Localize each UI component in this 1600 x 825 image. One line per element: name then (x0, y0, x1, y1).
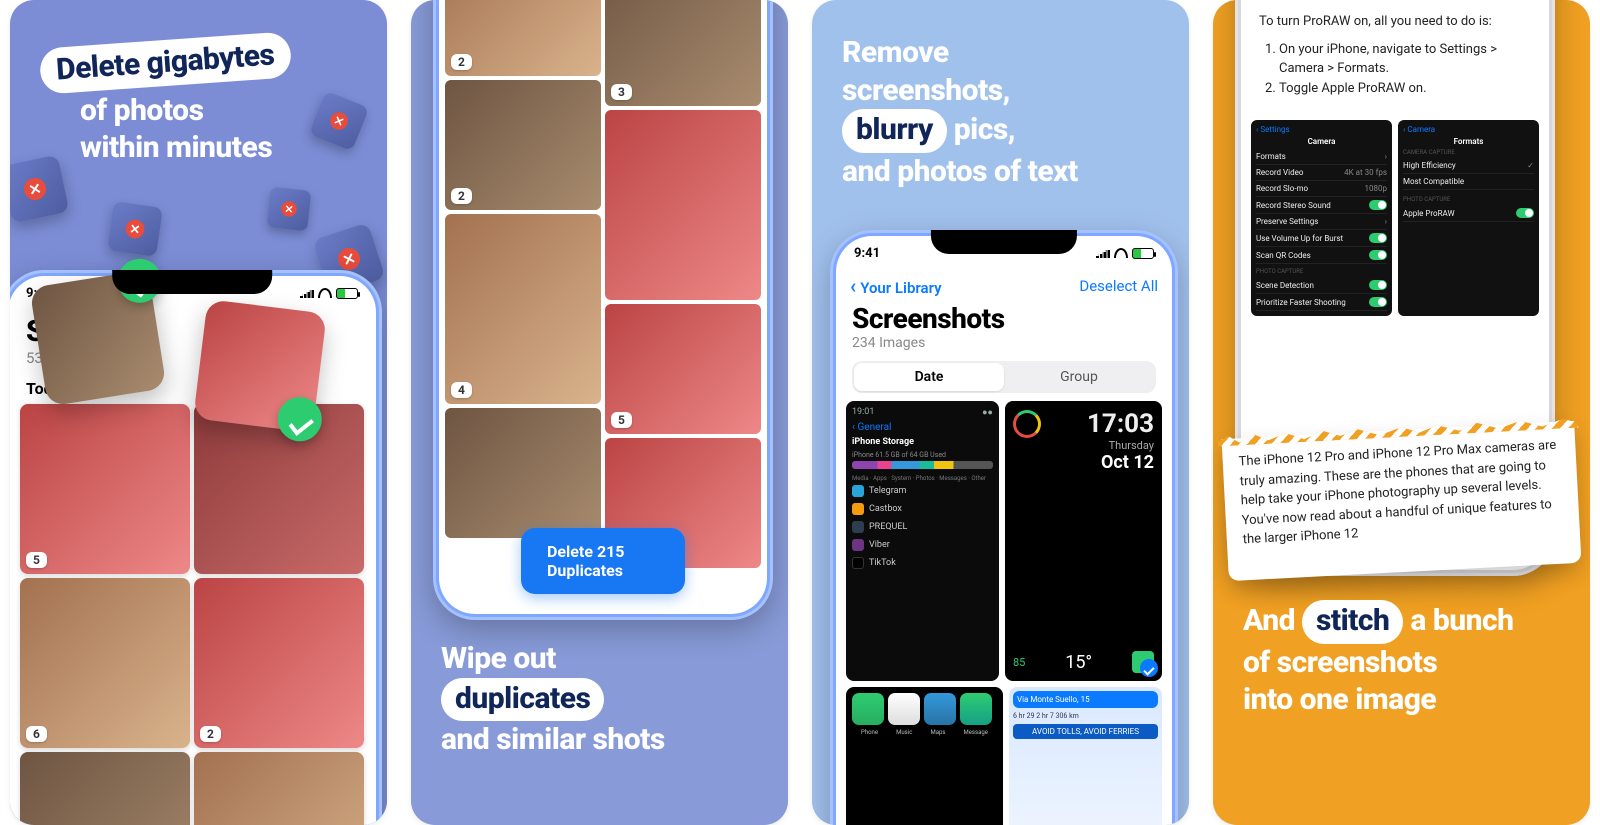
signal-icon (300, 288, 314, 298)
torn-paper: The iPhone 12 Pro and iPhone 12 Pro Max … (1222, 421, 1582, 581)
dup-count: 2 (451, 54, 472, 70)
status-icons (300, 288, 358, 299)
wifi-icon (318, 288, 332, 298)
storage-bar (852, 461, 993, 469)
screenshot-row: 19:01●● ‹ General iPhone Storage iPhone … (836, 401, 1172, 687)
wifi-icon (1114, 248, 1128, 258)
headline-pill: Delete gigabytes (39, 31, 292, 94)
close-icon (281, 201, 298, 218)
deco-cube-icon (107, 201, 163, 257)
toggle-icon (1369, 297, 1387, 307)
dup-count: 5 (26, 552, 47, 568)
promo-panel-2: 2 2 4 3 5 3 Delete 215 Duplicates Wipe o… (411, 0, 788, 825)
signal-icon (1096, 248, 1110, 258)
headline-2: Wipe out duplicates and similar shots (441, 640, 781, 759)
close-icon (124, 218, 145, 239)
segment-group[interactable]: Group (1004, 363, 1154, 391)
photo-grid: 5 6 2 10 3 (10, 404, 376, 825)
settings-screenshot-right: ‹ Camera Formats CAMERA CAPTURE High Eff… (1398, 120, 1539, 316)
nav-row: Your Library Deselect All (836, 270, 1172, 302)
toggle-icon (1369, 233, 1387, 243)
notch (112, 270, 272, 294)
screenshot-thumb-map[interactable]: Via Monte Suello, 15 6 hr 29 2 hr 7 306 … (1009, 687, 1162, 825)
phone-screen: 9:41 Your Library Deselect All Screensho… (836, 236, 1172, 825)
close-icon (328, 110, 351, 133)
settings-pair: ‹ Settings Camera Formats› Record Video4… (1241, 116, 1549, 320)
app-icon (852, 693, 884, 725)
check-icon (1140, 659, 1158, 677)
screenshot-row: Phone Music Maps Message Via Monte Suell… (836, 687, 1172, 825)
headline-1: Delete gigabytes of photos within minute… (40, 40, 360, 167)
deselect-all-button[interactable]: Deselect All (1079, 277, 1158, 295)
app-icon (924, 693, 956, 725)
settings-screenshot-left: ‹ Settings Camera Formats› Record Video4… (1251, 120, 1392, 316)
activity-ring-icon (1013, 410, 1041, 438)
photo-thumb[interactable]: 2 (445, 0, 601, 76)
screenshot-thumb-watch[interactable]: 17:03 Thursday Oct 12 85 15° (1005, 401, 1162, 681)
screenshot-thumb-storage[interactable]: 19:01●● ‹ General iPhone Storage iPhone … (846, 401, 999, 681)
segmented-control[interactable]: Date Group (852, 361, 1156, 393)
app-icon (888, 693, 920, 725)
photo-thumb[interactable] (194, 404, 364, 574)
dup-count: 2 (451, 188, 472, 204)
toggle-icon (1369, 280, 1387, 290)
toggle-icon (1516, 208, 1534, 218)
floating-photo (193, 299, 327, 433)
photo-thumb[interactable]: 10 (20, 752, 190, 825)
screen-subtitle: 234 Images (836, 335, 1172, 361)
photo-thumb[interactable]: 5 (20, 404, 190, 574)
phone-mock-3: 9:41 Your Library Deselect All Screensho… (830, 230, 1178, 825)
battery-icon (1132, 248, 1154, 259)
screen-title: Screenshots (836, 302, 1172, 335)
status-time: 9:41 (854, 246, 880, 261)
headline-pill: duplicates (441, 678, 604, 722)
photo-masonry: 2 2 4 3 5 3 (439, 0, 767, 614)
dup-count: 2 (200, 726, 221, 742)
chevron-left-icon: ‹ General (852, 422, 993, 433)
headline-pill: blurry (842, 109, 947, 153)
photo-thumb[interactable]: 6 (20, 578, 190, 748)
battery-icon (336, 288, 358, 299)
phone-mock-2: 2 2 4 3 5 3 Delete 215 Duplicates (433, 0, 773, 620)
photo-thumb[interactable] (445, 408, 601, 538)
dup-count: 6 (26, 726, 47, 742)
photo-thumb[interactable]: 2 (445, 80, 601, 210)
headline-3: Remove screenshots, blurry pics, and pho… (842, 34, 1182, 190)
app-icon (960, 693, 992, 725)
toggle-icon (1369, 250, 1387, 260)
deco-cube-icon (267, 187, 312, 232)
photo-thumb[interactable]: 5 (605, 304, 761, 434)
back-button[interactable]: Your Library (850, 274, 942, 298)
phone-screen: 2 2 4 3 5 3 Delete 215 Duplicates (439, 0, 767, 614)
promo-panel-1: Delete gigabytes of photos within minute… (10, 0, 387, 825)
photo-thumb[interactable] (605, 110, 761, 300)
delete-duplicates-button[interactable]: Delete 215 Duplicates (521, 528, 685, 594)
dup-count: 3 (611, 84, 632, 100)
photo-thumb[interactable]: 3 (605, 0, 761, 106)
close-icon (335, 245, 363, 273)
status-icons (1096, 248, 1154, 259)
segment-date[interactable]: Date (854, 363, 1004, 391)
photo-thumb[interactable]: 3 (194, 752, 364, 825)
notch (931, 230, 1077, 254)
headline-4: And stitch a bunch of screenshots into o… (1243, 600, 1573, 719)
promo-panel-3: Remove screenshots, blurry pics, and pho… (812, 0, 1189, 825)
close-icon (22, 176, 48, 202)
toggle-icon (1369, 200, 1387, 210)
promo-panel-4: To turn ProRAW on, all you need to do is… (1213, 0, 1590, 825)
screenshot-thumb-home[interactable]: Phone Music Maps Message (846, 687, 1003, 825)
dup-count: 4 (451, 382, 472, 398)
dup-count: 5 (611, 412, 632, 428)
doc-body: To turn ProRAW on, all you need to do is… (1241, 0, 1549, 116)
photo-thumb[interactable]: 2 (194, 578, 364, 748)
headline-pill: stitch (1302, 600, 1403, 644)
photo-thumb[interactable]: 4 (445, 214, 601, 404)
